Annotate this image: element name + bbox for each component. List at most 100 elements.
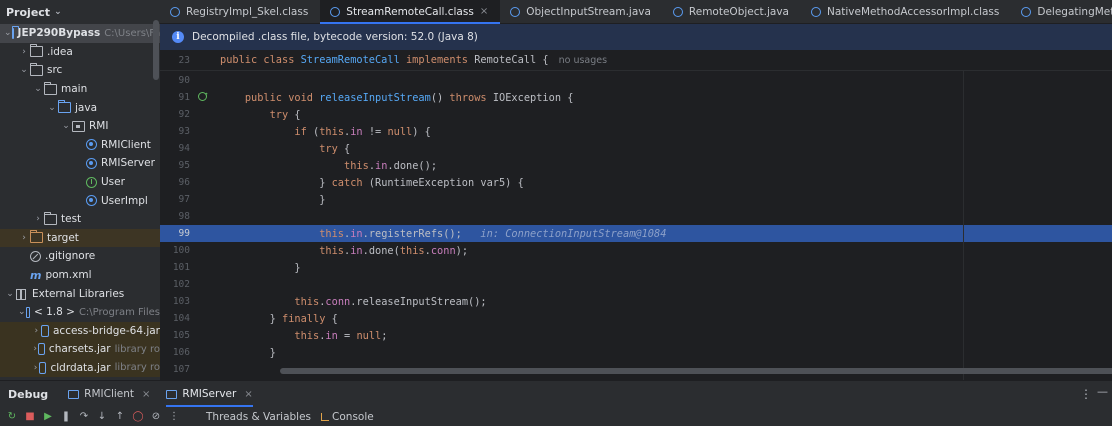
editor-tab[interactable]: DelegatingMethoc: [1011, 0, 1112, 23]
chevron-right-icon[interactable]: ›: [32, 214, 44, 224]
step-into-icon[interactable]: ↓: [96, 411, 108, 423]
sticky-class-header[interactable]: 23 public class StreamRemoteCall impleme…: [160, 50, 1112, 71]
tree-item[interactable]: › test: [0, 210, 160, 229]
code-line[interactable]: 94 try {: [160, 140, 1112, 157]
gutter[interactable]: [194, 293, 220, 310]
gutter[interactable]: [194, 123, 220, 140]
gutter[interactable]: [194, 225, 220, 242]
tree-item[interactable]: RMIServer: [0, 154, 160, 173]
code-line[interactable]: 101 }: [160, 259, 1112, 276]
line-number[interactable]: 102: [160, 279, 194, 290]
gutter[interactable]: [194, 242, 220, 259]
close-icon[interactable]: ×: [480, 6, 488, 17]
tree-item[interactable]: User: [0, 173, 160, 192]
tree-item[interactable]: ⌄ External Libraries: [0, 284, 160, 303]
line-number[interactable]: 96: [160, 177, 194, 188]
chevron-down-icon[interactable]: ⌄: [4, 28, 12, 38]
code-line[interactable]: 93 if (this.in != null) {: [160, 123, 1112, 140]
gutter[interactable]: [194, 310, 220, 327]
chevron-right-icon[interactable]: ›: [18, 47, 30, 57]
code-line[interactable]: 97 }: [160, 191, 1112, 208]
line-number[interactable]: 101: [160, 262, 194, 273]
tree-item[interactable]: ⌄ JEP290Bypass C:\Users\Fa: [0, 24, 160, 43]
gutter[interactable]: [194, 174, 220, 191]
tree-item[interactable]: ⌄ < 1.8 > C:\Program Files: [0, 303, 160, 322]
tree-item[interactable]: › cldrdata.jar library ro: [0, 358, 160, 378]
line-number[interactable]: 104: [160, 313, 194, 324]
gutter[interactable]: [194, 276, 220, 293]
editor-tab[interactable]: NativeMethodAccessorImpl.class: [801, 0, 1011, 23]
chevron-down-icon[interactable]: ⌄: [18, 65, 30, 75]
gutter[interactable]: [194, 191, 220, 208]
line-number[interactable]: 105: [160, 330, 194, 341]
gutter[interactable]: [194, 361, 220, 378]
step-over-icon[interactable]: ↷: [78, 411, 90, 423]
gutter[interactable]: ↑: [194, 89, 220, 106]
tree-item[interactable]: m pom.xml: [0, 266, 160, 285]
minimize-icon[interactable]: —: [1097, 385, 1108, 398]
code-line[interactable]: 95 this.in.done();: [160, 157, 1112, 174]
project-panel-header[interactable]: Project ⌄: [0, 0, 160, 24]
chevron-down-icon[interactable]: ⌄: [4, 289, 16, 299]
project-scrollbar[interactable]: [153, 20, 159, 80]
code-line[interactable]: 100 this.in.done(this.conn);: [160, 242, 1112, 259]
close-icon[interactable]: ×: [142, 389, 150, 400]
tree-item[interactable]: RMIClient: [0, 136, 160, 155]
line-number[interactable]: 92: [160, 109, 194, 120]
line-number[interactable]: 97: [160, 194, 194, 205]
code-line[interactable]: 98: [160, 208, 1112, 225]
code-line[interactable]: 102: [160, 276, 1112, 293]
code-line[interactable]: 103 this.conn.releaseInputStream();: [160, 293, 1112, 310]
more-options-icon[interactable]: ⋮: [1080, 387, 1092, 401]
debug-session-tab[interactable]: RMIClient ×: [68, 381, 150, 407]
line-number[interactable]: 90: [160, 75, 194, 86]
line-number[interactable]: 99: [160, 228, 194, 239]
line-number[interactable]: 93: [160, 126, 194, 137]
rerun-icon[interactable]: ↻: [6, 411, 18, 423]
code-line[interactable]: 104 } finally {: [160, 310, 1112, 327]
line-number[interactable]: 106: [160, 347, 194, 358]
tree-item[interactable]: ⌄ src: [0, 61, 160, 80]
line-number[interactable]: 94: [160, 143, 194, 154]
tree-item[interactable]: .gitignore: [0, 247, 160, 266]
editor-tab[interactable]: StreamRemoteCall.class ×: [320, 0, 501, 24]
gutter[interactable]: [194, 72, 220, 89]
gutter[interactable]: [194, 157, 220, 174]
editor-horizontal-scrollbar[interactable]: [280, 368, 1112, 374]
code-line[interactable]: 90: [160, 72, 1112, 89]
code-editor[interactable]: 23 public class StreamRemoteCall impleme…: [160, 50, 1112, 380]
gutter[interactable]: [194, 259, 220, 276]
tree-item[interactable]: › charsets.jar library ro: [0, 340, 160, 359]
code-line[interactable]: 91 ↑ public void releaseInputStream() thr…: [160, 89, 1112, 106]
editor-tab[interactable]: RegistryImpl_Skel.class: [160, 0, 320, 23]
step-out-icon[interactable]: ↑: [114, 411, 126, 423]
mute-breakpoints-icon[interactable]: ⊘: [150, 411, 162, 423]
close-icon[interactable]: ×: [244, 389, 252, 400]
tree-item[interactable]: › access-bridge-64.jar: [0, 321, 160, 341]
line-number[interactable]: 107: [160, 364, 194, 375]
gutter[interactable]: [194, 327, 220, 344]
tree-item[interactable]: ⌄ RMI: [0, 117, 160, 136]
tree-item[interactable]: ⌄ java: [0, 98, 160, 117]
tab-threads-variables[interactable]: Threads & Variables: [206, 411, 311, 423]
chevron-right-icon[interactable]: ›: [18, 233, 30, 243]
gutter[interactable]: [194, 208, 220, 225]
tree-item[interactable]: UserImpl: [0, 191, 160, 210]
current-execution-line[interactable]: 99 this.in.registerRefs(); in: Connectio…: [160, 225, 1112, 242]
chevron-right-icon[interactable]: ›: [32, 326, 41, 336]
tab-console[interactable]: Console: [321, 411, 374, 423]
gutter[interactable]: [194, 344, 220, 361]
view-breakpoints-icon[interactable]: ◯: [132, 411, 144, 423]
chevron-down-icon[interactable]: ⌄: [60, 121, 72, 131]
line-number[interactable]: 95: [160, 160, 194, 171]
line-number[interactable]: 91: [160, 92, 194, 103]
override-icon[interactable]: ↑: [198, 90, 209, 102]
code-line[interactable]: 92 try {: [160, 106, 1112, 123]
chevron-right-icon[interactable]: ›: [32, 363, 39, 373]
code-line[interactable]: 106 }: [160, 344, 1112, 361]
usages-hint[interactable]: no usages: [559, 55, 607, 66]
resume-icon[interactable]: ▶: [42, 411, 54, 423]
tree-item[interactable]: › target: [0, 228, 160, 248]
pause-icon[interactable]: ❚: [60, 411, 72, 423]
chevron-down-icon[interactable]: ⌄: [32, 84, 44, 94]
